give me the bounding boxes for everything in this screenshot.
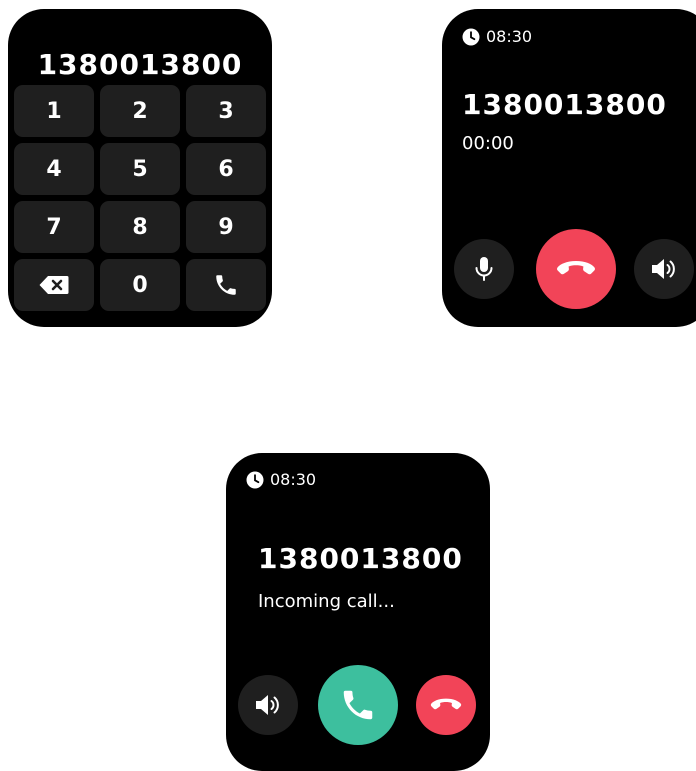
key-7[interactable]: 7	[14, 201, 94, 253]
active-call-screen: 08:30 1380013800 00:00	[442, 9, 696, 327]
key-6[interactable]: 6	[186, 143, 266, 195]
key-8[interactable]: 8	[100, 201, 180, 253]
microphone-icon	[475, 257, 493, 281]
hang-up-icon	[557, 261, 595, 275]
backspace-icon	[39, 276, 69, 294]
phone-icon	[343, 690, 373, 720]
status-bar: 08:30	[246, 470, 316, 490]
speaker-icon	[652, 259, 675, 279]
end-call-button[interactable]	[536, 229, 616, 309]
keypad: 1 2 3 4 5 6 7 8 9 0	[14, 85, 270, 311]
dialer-screen: 1380013800 1 2 3 4 5 6 7 8 9 0	[8, 9, 272, 327]
key-4[interactable]: 4	[14, 143, 94, 195]
speaker-button[interactable]	[238, 675, 298, 735]
speaker-icon	[256, 695, 279, 715]
phone-icon	[216, 275, 236, 295]
key-2[interactable]: 2	[100, 85, 180, 137]
status-bar: 08:30	[462, 27, 532, 47]
caller-number: 1380013800	[462, 88, 667, 121]
dialed-number: 1380013800	[37, 48, 243, 81]
call-button[interactable]	[186, 259, 266, 311]
key-9[interactable]: 9	[186, 201, 266, 253]
mute-button[interactable]	[454, 239, 514, 299]
caller-number: 1380013800	[258, 542, 463, 575]
clock-icon	[462, 28, 480, 46]
key-0[interactable]: 0	[100, 259, 180, 311]
key-3[interactable]: 3	[186, 85, 266, 137]
key-5[interactable]: 5	[100, 143, 180, 195]
incoming-call-screen: 08:30 1380013800 Incoming call...	[226, 453, 490, 771]
call-duration: 00:00	[462, 133, 514, 154]
clock-icon	[246, 471, 264, 489]
decline-call-button[interactable]	[416, 675, 476, 735]
status-time: 08:30	[270, 470, 317, 489]
status-time: 08:30	[486, 27, 533, 46]
delete-button[interactable]	[14, 259, 94, 311]
hang-up-icon	[430, 698, 462, 710]
key-1[interactable]: 1	[14, 85, 94, 137]
incoming-call-label: Incoming call...	[258, 591, 395, 612]
answer-call-button[interactable]	[318, 665, 398, 745]
speaker-button[interactable]	[634, 239, 694, 299]
